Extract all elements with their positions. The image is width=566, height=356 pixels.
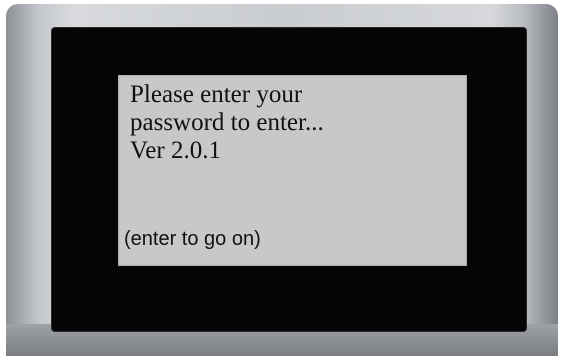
version-label: Ver 2.0.1 [130,137,221,164]
password-prompt-line-2: password to enter... [130,109,324,136]
password-prompt-line-1: Please enter your [130,81,303,108]
continue-hint: (enter to go on) [124,228,261,250]
device-photo: Please enter your password to enter... V… [0,0,566,356]
lcd-screen: Please enter your password to enter... V… [118,75,467,266]
